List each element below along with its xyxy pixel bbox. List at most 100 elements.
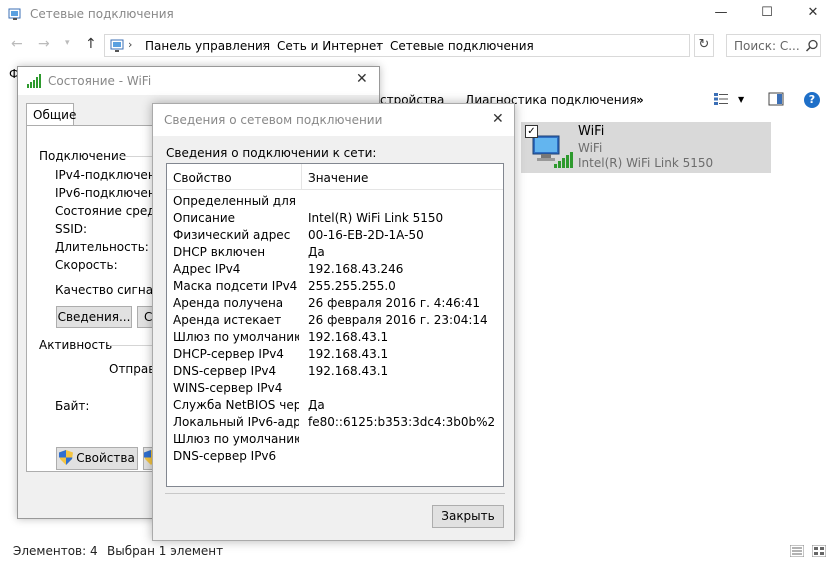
table-row[interactable]: Определенный для по...	[167, 192, 503, 209]
breadcrumb-separator: ›	[262, 38, 267, 51]
column-header-value[interactable]: Значение	[308, 171, 368, 185]
field-ssid: SSID:	[55, 222, 88, 236]
connection-name: WiFi	[578, 124, 605, 139]
status-dialog-titlebar: Состояние - WiFi ✕	[18, 67, 379, 95]
property-cell: Служба NetBIOS через...	[173, 398, 299, 412]
tab-general-label: Общие	[33, 108, 77, 122]
property-cell: Определенный для по...	[173, 194, 299, 208]
property-cell: DHCP-сервер IPv4	[173, 347, 284, 361]
signal-strength-icon	[27, 74, 41, 88]
search-box[interactable]: Поиск: С...	[726, 34, 821, 57]
table-row[interactable]: Описание Intel(R) WiFi Link 5150	[167, 209, 503, 226]
details-dialog-title: Сведения о сетевом подключении	[164, 113, 383, 127]
value-cell: 192.168.43.246	[308, 262, 404, 276]
more-commands-button[interactable]: »	[636, 93, 644, 107]
value-cell: 26 февраля 2016 г. 4:46:41	[308, 296, 481, 310]
window-title: Сетевые подключения	[30, 7, 174, 21]
breadcrumb-separator: ›	[376, 38, 381, 51]
details-dialog-titlebar: Сведения о сетевом подключении ✕	[153, 104, 514, 136]
table-row[interactable]: DHCP-сервер IPv4 192.168.43.1	[167, 345, 503, 362]
table-row[interactable]: Маска подсети IPv4 255.255.255.0	[167, 277, 503, 294]
search-icon	[805, 39, 818, 52]
help-icon[interactable]: ?	[804, 92, 820, 108]
breadcrumb-control-panel[interactable]: Панель управления	[145, 39, 270, 53]
value-cell: Да	[308, 245, 325, 259]
table-row[interactable]: Аренда истекает 26 февраля 2016 г. 23:04:…	[167, 311, 503, 328]
details-list[interactable]: Свойство Значение Определенный для по...…	[166, 163, 504, 487]
table-row[interactable]: DNS-сервер IPv4 192.168.43.1	[167, 362, 503, 379]
property-cell: DHCP включен	[173, 245, 266, 259]
value-cell: 26 февраля 2016 г. 23:04:14	[308, 313, 488, 327]
connection-status: WiFi	[578, 141, 603, 155]
details-view-icon[interactable]	[790, 545, 804, 557]
properties-button[interactable]: Свойства	[56, 447, 138, 470]
minimize-button[interactable]: —	[698, 0, 744, 28]
selected-count: Выбран 1 элемент	[107, 544, 224, 558]
table-row[interactable]: Шлюз по умолчанию IP...	[167, 430, 503, 447]
value-cell: 192.168.43.1	[308, 330, 389, 344]
property-cell: Локальный IPv6-адрес...	[173, 415, 299, 429]
back-arrow-icon[interactable]: ←	[11, 36, 23, 52]
title-bar: Сетевые подключения — ☐ ✕	[0, 0, 835, 30]
table-row[interactable]: DNS-сервер IPv6	[167, 447, 503, 464]
details-button[interactable]: Сведения...	[56, 306, 132, 328]
details-caption: Сведения о подключении к сети:	[166, 146, 377, 160]
change-view-icon[interactable]	[713, 92, 729, 106]
value-cell: Intel(R) WiFi Link 5150	[308, 211, 444, 225]
property-cell: DNS-сервер IPv4	[173, 364, 277, 378]
navigation-bar: ← → ▾ ↑ › Панель управления › Сеть и Инт…	[0, 33, 835, 59]
value-cell: 192.168.43.1	[308, 364, 389, 378]
refresh-icon[interactable]: ↻	[694, 34, 714, 57]
property-cell: Физический адрес	[173, 228, 291, 242]
table-row[interactable]: DHCP включен Да	[167, 243, 503, 260]
properties-button-label: Свойства	[76, 451, 135, 465]
status-bar: Элементов: 4 Выбран 1 элемент	[0, 540, 835, 562]
value-cell: fe80::6125:b353:3dc4:3b0b%2	[308, 415, 496, 429]
large-icons-view-icon[interactable]	[812, 545, 826, 557]
column-divider[interactable]	[301, 164, 302, 190]
admin-shield-icon	[59, 450, 74, 465]
property-cell: Аренда получена	[173, 296, 284, 310]
property-cell: WINS-сервер IPv4	[173, 381, 283, 395]
breadcrumb-separator: ›	[128, 38, 133, 51]
dialog-divider	[165, 493, 505, 494]
table-row[interactable]: Локальный IPv6-адрес... fe80::6125:b353:3…	[167, 413, 503, 430]
column-header-property[interactable]: Свойство	[173, 171, 232, 185]
value-cell: 192.168.43.1	[308, 347, 389, 361]
close-icon[interactable]: ✕	[492, 111, 504, 127]
close-dialog-button[interactable]: Закрыть	[432, 505, 504, 528]
connection-details-dialog: Сведения о сетевом подключении ✕ Сведени…	[152, 103, 515, 541]
connection-adapter: Intel(R) WiFi Link 5150	[578, 156, 714, 170]
maximize-button[interactable]: ☐	[744, 0, 790, 28]
value-cell: 00-16-EB-2D-1A-50	[308, 228, 424, 242]
table-row[interactable]: WINS-сервер IPv4	[167, 379, 503, 396]
up-arrow-icon[interactable]: ↑	[85, 36, 97, 52]
property-cell: Шлюз по умолчанию IP...	[173, 432, 299, 446]
table-row[interactable]: Аренда получена 26 февраля 2016 г. 4:46:4…	[167, 294, 503, 311]
property-cell: Аренда истекает	[173, 313, 282, 327]
tab-general[interactable]: Общие	[26, 103, 77, 126]
close-button[interactable]: ✕	[790, 0, 835, 28]
search-placeholder: Поиск: С...	[734, 39, 800, 53]
table-row[interactable]: Служба NetBIOS через... Да	[167, 396, 503, 413]
item-checkbox[interactable]: ✓	[525, 125, 538, 138]
group-activity-label: Активность	[39, 338, 113, 352]
preview-pane-icon[interactable]	[768, 92, 784, 106]
close-icon[interactable]: ✕	[356, 71, 368, 87]
breadcrumb-network-internet[interactable]: Сеть и Интернет	[277, 39, 383, 53]
table-row[interactable]: Адрес IPv4 192.168.43.246	[167, 260, 503, 277]
address-bar[interactable]: › Панель управления › Сеть и Интернет › …	[104, 34, 690, 57]
property-cell: Маска подсети IPv4	[173, 279, 298, 293]
value-cell: 255.255.255.0	[308, 279, 396, 293]
status-dialog-title: Состояние - WiFi	[48, 74, 152, 88]
table-row[interactable]: Физический адрес 00-16-EB-2D-1A-50	[167, 226, 503, 243]
wifi-connection-item[interactable]: ✓ WiFi WiFi Intel(R) WiFi Link 5150	[521, 122, 771, 173]
property-cell: DNS-сервер IPv6	[173, 449, 277, 463]
field-duration: Длительность:	[55, 240, 149, 254]
bytes-label: Байт:	[55, 399, 90, 413]
breadcrumb-network-connections[interactable]: Сетевые подключения	[390, 39, 534, 53]
forward-arrow-icon[interactable]: →	[38, 36, 50, 52]
view-dropdown-icon[interactable]: ▼	[738, 95, 744, 104]
table-row[interactable]: Шлюз по умолчанию IP... 192.168.43.1	[167, 328, 503, 345]
recent-locations-icon[interactable]: ▾	[65, 38, 70, 48]
